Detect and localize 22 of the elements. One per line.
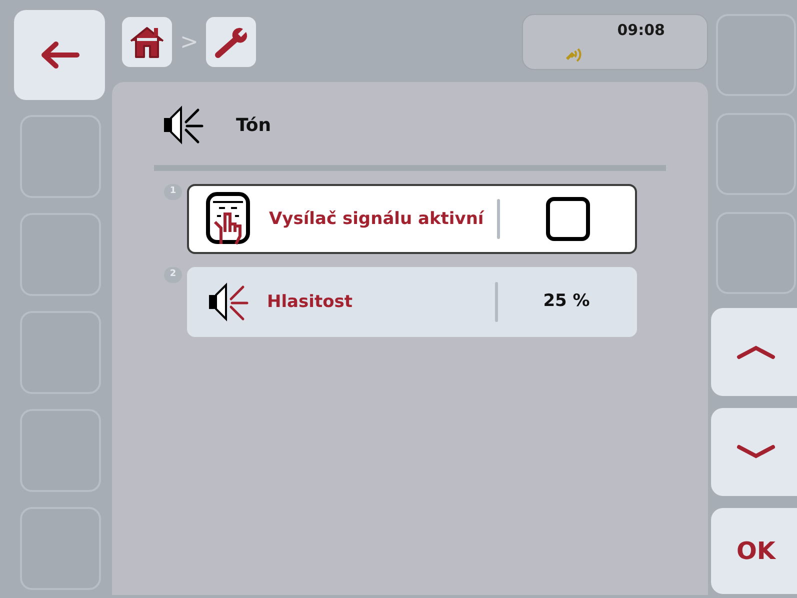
clock-time: 09:08 — [617, 20, 665, 41]
ok-button[interactable]: OK — [711, 508, 797, 594]
setting-label: Vysílač signálu aktivní — [269, 209, 486, 229]
chevron-up-icon — [736, 344, 776, 360]
setting-label: Hlasitost — [267, 292, 354, 312]
row-number: 2 — [164, 267, 182, 283]
back-button[interactable] — [14, 10, 105, 100]
checkbox[interactable] — [546, 197, 590, 241]
settings-button[interactable] — [206, 17, 256, 67]
scroll-down-button[interactable] — [711, 408, 797, 496]
breadcrumb-separator: > — [180, 28, 198, 56]
arrow-left-icon — [40, 41, 80, 69]
home-icon — [129, 25, 165, 59]
setting-row[interactable]: Hlasitost 25 % — [187, 267, 637, 337]
page-title: Tón — [236, 114, 272, 138]
chevron-down-icon — [736, 444, 776, 460]
setting-value: 25 % — [543, 290, 590, 314]
row-number: 1 — [164, 184, 182, 200]
home-button[interactable] — [122, 17, 172, 67]
hand-touch-icon — [205, 192, 253, 246]
setting-row[interactable]: Vysílač signálu aktivní — [187, 184, 637, 254]
scroll-up-button[interactable] — [711, 308, 797, 396]
